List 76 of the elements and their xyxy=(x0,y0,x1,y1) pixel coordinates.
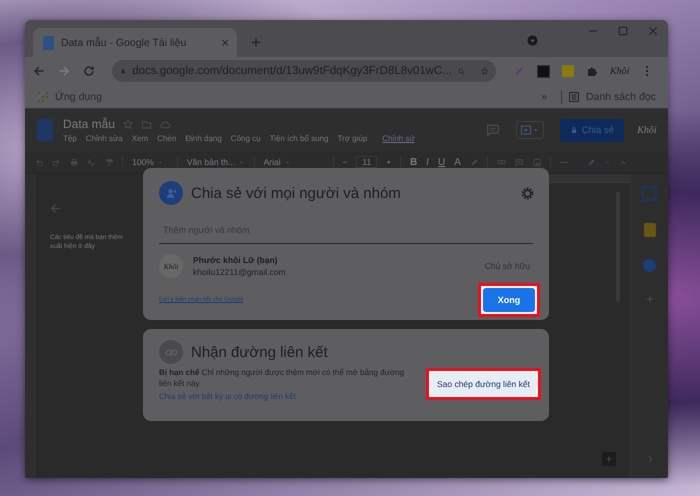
person-email: khoilu12211@gmail.com xyxy=(193,267,286,277)
downward-circle-icon[interactable] xyxy=(527,35,538,46)
document-icon xyxy=(43,36,54,50)
cloud-icon xyxy=(160,118,172,130)
paint-format-icon[interactable] xyxy=(104,156,114,168)
person-name: Phước khôi Lữ (bạn) xyxy=(193,255,278,265)
explore-button[interactable] xyxy=(602,452,616,466)
tasks-icon[interactable] xyxy=(643,259,656,272)
menu-item[interactable]: Tiện ích bổ sung xyxy=(270,134,328,143)
browser-tab[interactable]: Data mẫu - Google Tài liệu × xyxy=(33,28,237,57)
font-dropdown[interactable]: Arial xyxy=(264,157,324,167)
underline-button[interactable]: U xyxy=(438,156,446,168)
font-size-field[interactable]: 11 xyxy=(356,156,378,168)
print-icon[interactable] xyxy=(70,156,78,168)
highlighter-icon[interactable] xyxy=(470,156,478,168)
spellcheck-icon[interactable] xyxy=(87,156,96,168)
menu-item[interactable]: Chèn xyxy=(157,134,176,143)
present-icon xyxy=(520,124,532,136)
decrease-size-button[interactable]: − xyxy=(342,157,348,167)
add-person-icon xyxy=(159,181,183,205)
back-arrow-icon[interactable] xyxy=(50,203,61,214)
star-icon[interactable] xyxy=(123,119,134,129)
menu-item[interactable]: Công cụ xyxy=(230,134,261,143)
puzzle-icon[interactable] xyxy=(586,65,598,77)
reload-icon[interactable] xyxy=(83,65,95,77)
text-color-button[interactable]: A xyxy=(454,156,461,168)
keep-icon[interactable] xyxy=(644,223,656,237)
menu-item[interactable]: Xem xyxy=(132,134,148,143)
close-icon[interactable] xyxy=(648,26,658,36)
tab-title: Data mẫu - Google Tài liệu xyxy=(61,36,188,48)
comment-add-icon[interactable] xyxy=(515,156,524,168)
more-button[interactable]: ⋯ xyxy=(560,157,570,167)
style-dropdown[interactable]: Văn bản th... xyxy=(186,157,245,167)
access-description: Bị hạn chế Chỉ những người được thêm mới có thể mở bằng đường liên kết này xyxy=(159,368,406,390)
explore-icon xyxy=(605,455,613,463)
redo-icon[interactable] xyxy=(52,156,61,168)
present-button[interactable] xyxy=(516,121,544,139)
bold-button[interactable]: B xyxy=(410,156,418,168)
italic-button[interactable]: I xyxy=(426,156,429,168)
last-edit-link[interactable]: Chỉnh sử xyxy=(382,134,415,143)
bookmarks-overflow[interactable]: » xyxy=(541,90,547,102)
new-tab-button[interactable]: + xyxy=(251,34,261,51)
menu-item[interactable]: Trợ giúp xyxy=(337,134,368,143)
close-tab-button[interactable]: × xyxy=(221,36,229,49)
increase-size-button[interactable]: + xyxy=(386,157,392,167)
pencil-icon[interactable] xyxy=(587,156,596,168)
menu-item[interactable]: Chỉnh sửa xyxy=(86,134,123,143)
menu-item[interactable]: Tệp xyxy=(63,134,77,143)
back-icon[interactable] xyxy=(33,65,45,77)
bookmark-star-icon[interactable] xyxy=(480,65,488,77)
reading-list-icon[interactable] xyxy=(568,90,580,102)
feather-icon[interactable] xyxy=(513,65,525,77)
account-avatar[interactable]: Khôi xyxy=(634,124,660,136)
change-access-link[interactable]: Chia sẻ với bất kỳ ai có đường liên kết xyxy=(159,392,414,401)
extension-icon[interactable] xyxy=(562,65,574,77)
calendar-icon[interactable] xyxy=(642,186,657,201)
dialog-title: Nhận đường liên kết xyxy=(191,344,328,360)
copy-link-button[interactable]: Sao chép đường liên kết xyxy=(430,373,536,396)
menu-item[interactable]: Định dạng xyxy=(185,134,222,143)
apps-grid-icon[interactable] xyxy=(37,90,49,102)
image-icon[interactable] xyxy=(532,156,542,168)
maximize-icon[interactable] xyxy=(618,26,628,36)
zoom-dropdown[interactable]: 100% xyxy=(132,157,168,167)
profile-extension[interactable]: Khôi xyxy=(610,66,630,76)
lock-icon xyxy=(570,126,578,134)
done-button[interactable]: Xong xyxy=(483,288,535,312)
lock-icon xyxy=(120,66,126,76)
checkbox-extension-icon[interactable] xyxy=(537,64,550,78)
settings-icon[interactable] xyxy=(521,186,534,200)
add-icon[interactable] xyxy=(644,294,654,304)
zoom-icon[interactable] xyxy=(458,66,465,76)
document-title[interactable]: Data mẫu xyxy=(63,117,116,131)
dialog-title: Chia sẻ với mọi người và nhóm xyxy=(191,184,402,202)
folder-icon[interactable] xyxy=(141,118,152,130)
comment-icon[interactable] xyxy=(486,123,500,137)
docs-logo-icon xyxy=(37,119,53,141)
